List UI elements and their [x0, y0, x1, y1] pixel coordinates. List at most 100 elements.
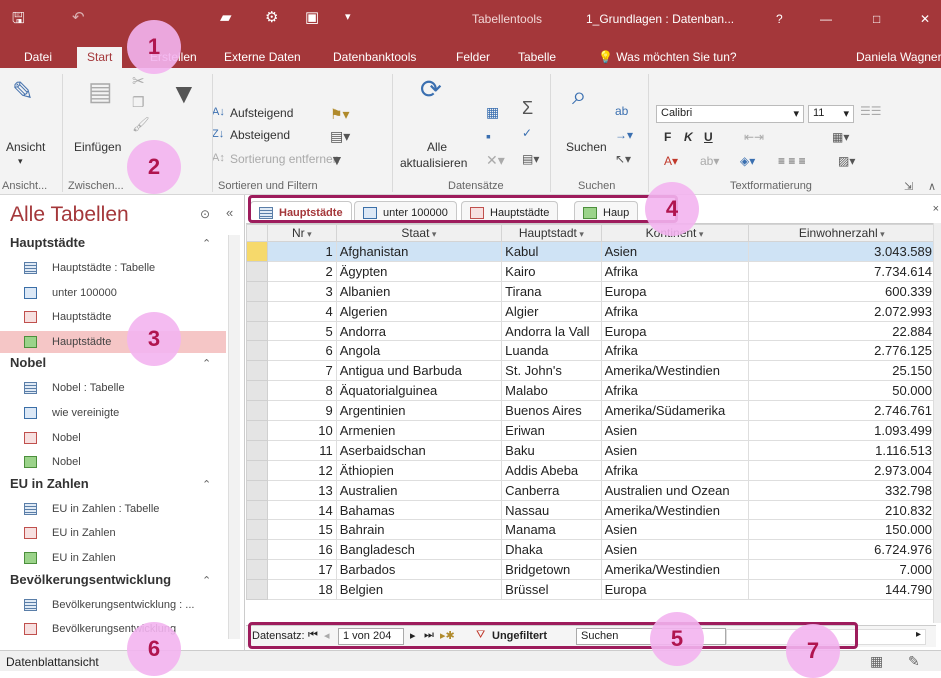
table-cell[interactable]: Afrika — [600, 260, 749, 282]
refresh-icon[interactable]: ⟳ — [420, 74, 442, 105]
table-cell[interactable]: Albanien — [335, 280, 503, 302]
table-cell[interactable]: Kabul — [501, 241, 602, 262]
tab-start[interactable]: Start — [77, 47, 123, 68]
table-cell[interactable]: Belgien — [335, 579, 503, 601]
table-cell[interactable]: Kairo — [501, 260, 602, 282]
refresh-all-button[interactable]: aktualisieren — [400, 156, 467, 170]
toggle-filter-icon[interactable]: ▼ — [330, 152, 344, 168]
table-cell[interactable]: 4 — [267, 300, 337, 322]
table-cell[interactable]: Äthiopien — [335, 459, 503, 481]
nav-group-header[interactable]: Nobel — [10, 355, 46, 370]
table-cell[interactable]: Nassau — [501, 499, 602, 521]
maximize-button[interactable]: □ — [873, 12, 880, 26]
select-icon[interactable]: ↖▾ — [615, 152, 631, 166]
table-cell[interactable]: Argentinien — [335, 400, 503, 422]
find-icon[interactable]: ⌕ — [572, 80, 587, 112]
table-cell[interactable]: Tirana — [501, 280, 602, 302]
selection-filter-icon[interactable]: ⚑▾ — [330, 106, 350, 123]
einfuegen-button[interactable]: Einfügen — [74, 140, 121, 154]
column-dropdown-icon[interactable]: ▾ — [696, 229, 704, 239]
table-cell[interactable]: Brüssel — [501, 579, 602, 601]
nav-item[interactable]: wie vereinigte — [0, 402, 226, 424]
table-cell[interactable]: Algier — [501, 300, 602, 322]
table-cell[interactable]: Bahrain — [335, 519, 503, 541]
table-cell[interactable]: 18 — [267, 579, 337, 601]
table-cell[interactable]: 2 — [267, 260, 337, 282]
table-row[interactable]: 4 Algerien Algier Afrika 2.072.993 — [246, 300, 936, 322]
nav-item[interactable]: EU in Zahlen — [0, 547, 226, 569]
row-selector[interactable] — [246, 320, 269, 342]
table-cell[interactable]: 10 — [267, 420, 337, 441]
close-button[interactable]: ✕ — [920, 12, 930, 26]
column-header[interactable]: Staat ▾ — [335, 224, 503, 242]
table-cell[interactable]: 14 — [267, 499, 337, 521]
collapse-ribbon-icon[interactable]: ∧ — [928, 180, 936, 193]
cut-icon[interactable]: ✂ — [132, 72, 145, 90]
table-cell[interactable]: Afrika — [600, 459, 749, 481]
table-cell[interactable]: 332.798 — [747, 479, 936, 501]
table-cell[interactable]: Asien — [600, 420, 749, 441]
table-cell[interactable]: 2.776.125 — [747, 340, 936, 362]
scroll-right-icon[interactable]: ▸ — [916, 629, 921, 640]
clear-sort-button[interactable]: Sortierung entfernen — [230, 152, 339, 166]
table-cell[interactable]: Afghanistan — [335, 241, 503, 262]
row-selector[interactable] — [246, 559, 269, 581]
table-row[interactable]: 14 Bahamas Nassau Amerika/Westindien 210.832 — [246, 499, 936, 521]
row-selector[interactable] — [246, 459, 269, 481]
collapse-group-icon[interactable]: ⌃ — [202, 357, 211, 370]
copy-icon[interactable]: ❐ — [132, 94, 145, 111]
tab-felder[interactable]: Felder — [452, 47, 494, 68]
table-cell[interactable]: 9 — [267, 400, 337, 422]
highlight-icon[interactable]: ab▾ — [700, 154, 719, 168]
font-size-select[interactable]: 11 ▾ — [808, 105, 854, 123]
row-selector[interactable] — [246, 400, 269, 422]
table-cell[interactable]: Aserbaidschan — [335, 439, 503, 461]
help-button[interactable]: ? — [776, 12, 783, 26]
table-cell[interactable]: 17 — [267, 559, 337, 581]
table-cell[interactable]: Australien — [335, 479, 503, 501]
table-cell[interactable]: 150.000 — [747, 519, 936, 541]
table-cell[interactable]: 7 — [267, 360, 337, 382]
spelling-icon[interactable]: ✓ — [522, 126, 532, 140]
table-cell[interactable]: 5 — [267, 320, 337, 342]
sort-descending-button[interactable]: Absteigend — [230, 128, 290, 142]
table-cell[interactable]: 6.724.976 — [747, 539, 936, 561]
nav-item[interactable]: Hauptstädte — [0, 306, 226, 328]
table-row[interactable]: 18 Belgien Brüssel Europa 144.790 — [246, 579, 936, 601]
row-selector[interactable] — [246, 380, 269, 402]
view-icon[interactable]: ✎ — [12, 76, 34, 107]
table-cell[interactable]: Bangladesch — [335, 539, 503, 561]
table-cell[interactable]: Canberra — [501, 479, 602, 501]
table-row[interactable]: 2 Ägypten Kairo Afrika 7.734.614 — [246, 260, 936, 282]
table-cell[interactable]: Amerika/Westindien — [600, 360, 749, 382]
table-cell[interactable]: Asien — [600, 539, 749, 561]
new-record-icon[interactable]: ▦ — [486, 104, 499, 121]
table-cell[interactable]: Andorra la Vall — [501, 320, 602, 342]
table-row[interactable]: 13 Australien Canberra Australien und Ozean… — [246, 479, 936, 501]
table-cell[interactable]: Asien — [600, 439, 749, 461]
table-cell[interactable]: Asien — [600, 519, 749, 541]
table-cell[interactable]: Barbados — [335, 559, 503, 581]
row-selector[interactable] — [246, 280, 269, 302]
table-cell[interactable]: 13 — [267, 479, 337, 501]
row-selector[interactable] — [246, 539, 269, 561]
grid-vertical-scrollbar[interactable] — [933, 223, 941, 623]
table-cell[interactable]: 210.832 — [747, 499, 936, 521]
tellme-box[interactable]: 💡 Was möchten Sie tun? — [594, 47, 741, 68]
ansicht-dropdown-icon[interactable]: ▾ — [18, 156, 23, 167]
font-color-icon[interactable]: A▾ — [664, 154, 678, 168]
list-icon[interactable]: ☰☰ — [860, 104, 882, 118]
alt-row-color-icon[interactable]: ▨▾ — [838, 154, 855, 168]
ansicht-button[interactable]: Ansicht — [6, 140, 45, 154]
table-cell[interactable]: Europa — [600, 579, 749, 601]
row-selector[interactable] — [246, 260, 269, 282]
table-cell[interactable]: 2.973.004 — [747, 459, 936, 481]
collapse-group-icon[interactable]: ⌃ — [202, 574, 211, 587]
filter-icon[interactable]: ▼ — [170, 78, 198, 110]
user-name[interactable]: Daniela Wagner — [852, 47, 941, 68]
table-cell[interactable]: Manama — [501, 519, 602, 541]
table-row[interactable]: 8 Äquatorialguinea Malabo Afrika 50.000 — [246, 380, 936, 402]
print-preview-icon[interactable]: ▣ — [305, 8, 319, 26]
underline-button[interactable]: U — [704, 130, 713, 144]
nav-group-header[interactable]: Bevölkerungsentwicklung — [10, 572, 171, 587]
